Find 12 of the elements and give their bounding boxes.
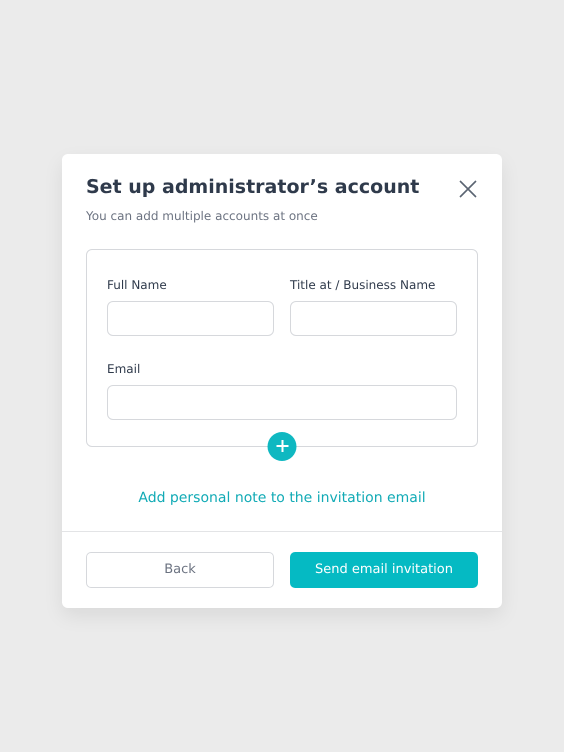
dialog-subtitle: You can add multiple accounts at once: [86, 208, 319, 225]
input-field[interactable]: [107, 384, 457, 420]
back-button[interactable]: Back: [86, 552, 274, 588]
dialog-title: Set up administrator’s account: [86, 176, 420, 199]
field-label: Full Name: [107, 276, 168, 294]
field-label: Email: [107, 360, 142, 378]
add-note-link[interactable]: Add personal note to the invitation email: [138, 490, 426, 506]
send-button[interactable]: Send email invitation: [290, 552, 478, 588]
add-icon[interactable]: [268, 432, 296, 461]
field-label: Title at / Business Name: [290, 276, 436, 294]
input-field[interactable]: [107, 300, 274, 336]
input-field[interactable]: [290, 300, 457, 336]
